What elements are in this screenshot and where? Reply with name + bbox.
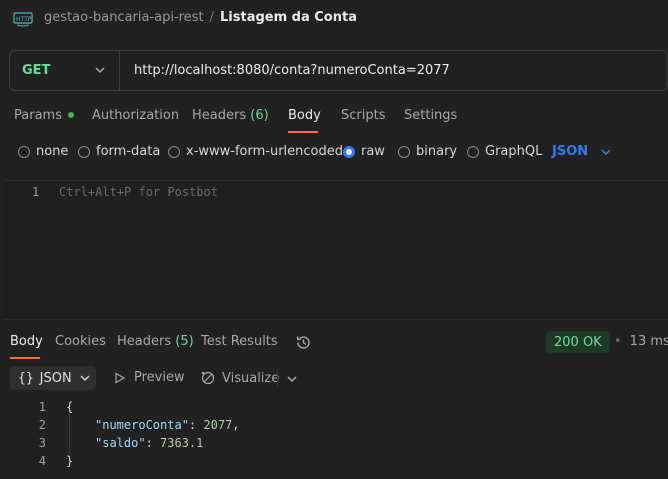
radio-binary-label: binary	[416, 144, 458, 159]
tab-authorization[interactable]: Authorization	[92, 108, 179, 123]
breadcrumb-collection[interactable]: gestao-bancaria-api-rest	[44, 10, 204, 25]
breadcrumb-separator: /	[209, 10, 214, 25]
tab-params[interactable]: Params	[14, 108, 74, 123]
radio-urlencoded[interactable]: x-www-form-urlencoded	[168, 144, 343, 159]
raw-format-dropdown[interactable]: JSON	[552, 144, 614, 159]
response-tab-test-results[interactable]: Test Results	[201, 334, 278, 349]
radio-graphql[interactable]: GraphQL	[467, 144, 542, 159]
top-bar: HTTP gestao-bancaria-api-rest / Listagem d…	[0, 0, 668, 36]
code-line: 4 }	[0, 454, 668, 472]
radio-none-label: none	[36, 144, 69, 159]
method-select[interactable]: GET	[10, 51, 120, 90]
radio-binary-circle	[398, 145, 410, 158]
radio-urlencoded-circle	[168, 145, 180, 158]
code-line-number: 2	[38, 418, 46, 432]
radio-graphql-circle	[467, 145, 479, 158]
response-tab-headers[interactable]: Headers (5)	[117, 334, 194, 349]
code-text: "numeroConta": 2077,	[95, 418, 240, 432]
status-badge[interactable]: 200 OK	[546, 331, 610, 353]
visualize-button[interactable]: Visualize	[200, 370, 279, 386]
response-format-label: JSON	[39, 370, 72, 386]
tab-scripts[interactable]: Scripts	[341, 108, 385, 123]
editor-line-number: 1	[32, 185, 40, 199]
time-separator-dot: •	[614, 334, 622, 349]
radio-graphql-label: GraphQL	[485, 144, 543, 159]
json-value: 2077	[203, 418, 233, 432]
response-body-viewer[interactable]: 1 { 2 "numeroConta": 2077, 3 "saldo": 73…	[0, 398, 668, 479]
response-tab-headers-label: Headers	[117, 334, 172, 349]
response-tab-cookies[interactable]: Cookies	[55, 334, 106, 349]
raw-format-label: JSON	[552, 144, 589, 159]
history-icon[interactable]	[295, 334, 312, 351]
radio-raw-label: raw	[361, 144, 385, 159]
json-key: "numeroConta"	[95, 418, 189, 432]
code-line: 3 "saldo": 7363.1	[0, 436, 668, 454]
response-tab-headers-count: (5)	[175, 334, 194, 349]
tab-body[interactable]: Body	[288, 108, 321, 123]
radio-form-data[interactable]: form-data	[78, 144, 160, 159]
visualize-icon	[201, 371, 215, 385]
braces-icon: {}	[18, 370, 34, 386]
response-time[interactable]: • 13 ms	[614, 334, 668, 349]
code-text: }	[66, 454, 74, 468]
json-key: "saldo"	[95, 436, 146, 450]
svg-text:HTTP: HTTP	[16, 16, 32, 23]
tab-headers-count: (6)	[250, 108, 269, 123]
play-icon	[115, 371, 126, 384]
code-line-number: 4	[38, 454, 46, 468]
response-time-value: 13 ms	[629, 334, 668, 349]
radio-form-data-label: form-data	[96, 144, 161, 159]
radio-none[interactable]: none	[18, 144, 68, 159]
tab-settings[interactable]: Settings	[404, 108, 457, 123]
code-line-number: 1	[38, 400, 46, 414]
preview-label: Preview	[134, 370, 185, 385]
editor-placeholder: Ctrl+Alt+P for Postbot	[59, 185, 218, 199]
url-bar: GET http://localhost:8080/conta?numeroCo…	[9, 50, 668, 91]
radio-urlencoded-label: x-www-form-urlencoded	[186, 144, 344, 159]
breadcrumb: gestao-bancaria-api-rest / Listagem da Con…	[44, 10, 357, 25]
tab-headers[interactable]: Headers (6)	[192, 108, 269, 123]
radio-raw-circle-selected	[343, 145, 355, 158]
preview-button[interactable]: Preview	[114, 370, 185, 385]
url-input[interactable]: http://localhost:8080/conta?numeroConta=…	[134, 63, 450, 78]
visualize-label: Visualize	[222, 370, 280, 386]
chevron-down-icon[interactable]	[286, 374, 298, 384]
code-text: "saldo": 7363.1	[95, 436, 204, 450]
tab-params-label: Params	[14, 108, 62, 123]
http-request-icon: HTTP	[13, 12, 33, 27]
radio-form-data-circle	[78, 145, 90, 158]
json-comma: ,	[232, 418, 240, 432]
toolbar-divider	[277, 370, 278, 386]
code-line-number: 3	[38, 436, 46, 450]
response-tab-body[interactable]: Body	[10, 334, 43, 349]
json-value: 7363.1	[160, 436, 204, 450]
tab-headers-label: Headers	[192, 108, 247, 123]
tab-body-underline	[288, 131, 318, 133]
params-active-dot	[67, 111, 74, 118]
radio-binary[interactable]: binary	[398, 144, 457, 159]
chevron-down-icon	[95, 67, 105, 74]
indent-guide	[69, 412, 70, 456]
code-line: 2 "numeroConta": 2077,	[0, 418, 668, 436]
response-tab-body-underline	[10, 357, 40, 359]
chevron-down-icon	[601, 148, 611, 155]
code-line: 1 {	[0, 400, 668, 418]
request-body-editor[interactable]: 1 Ctrl+Alt+P for Postbot	[4, 180, 668, 320]
breadcrumb-request-title[interactable]: Listagem da Conta	[220, 10, 357, 25]
method-label: GET	[22, 63, 51, 78]
radio-raw[interactable]: raw	[343, 144, 385, 159]
chevron-down-icon	[80, 375, 90, 382]
radio-none-circle	[18, 145, 30, 158]
response-format-dropdown[interactable]: {} JSON	[10, 366, 96, 390]
